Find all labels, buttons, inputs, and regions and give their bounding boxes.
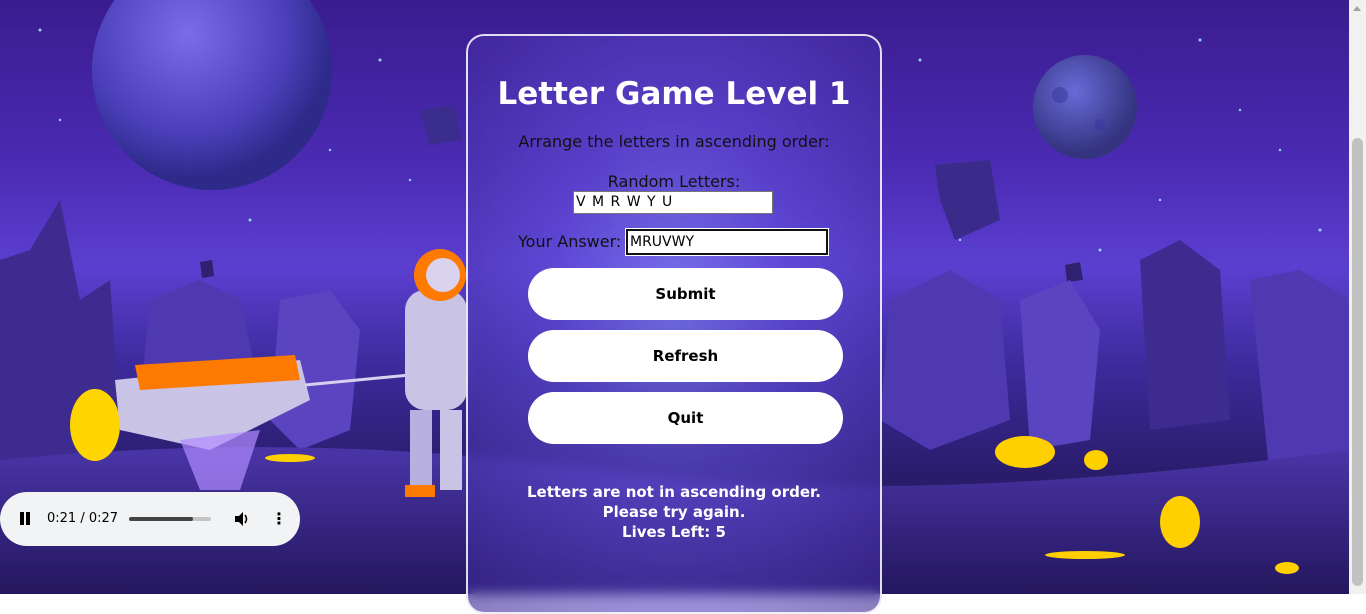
audio-player: 0:21 / 0:27 ⋮ bbox=[0, 492, 300, 546]
audio-time: 0:21 / 0:27 bbox=[47, 511, 119, 526]
scroll-thumb[interactable] bbox=[1352, 138, 1363, 586]
game-title: Letter Game Level 1 bbox=[497, 76, 851, 112]
quit-button[interactable]: Quit bbox=[528, 392, 843, 444]
feedback-message: Letters are not in ascending order. Plea… bbox=[508, 482, 840, 542]
instruction-text: Arrange the letters in ascending order: bbox=[518, 132, 830, 151]
answer-label: Your Answer: bbox=[518, 232, 622, 251]
refresh-button[interactable]: Refresh bbox=[528, 330, 843, 382]
audio-progress-fill bbox=[129, 517, 193, 521]
lives-counter: Lives Left: 5 bbox=[622, 523, 726, 541]
submit-button[interactable]: Submit bbox=[528, 268, 843, 320]
volume-icon[interactable] bbox=[233, 510, 251, 528]
audio-seek-bar[interactable] bbox=[129, 517, 211, 521]
pause-icon[interactable] bbox=[20, 512, 24, 525]
game-panel: Letter Game Level 1 Arrange the letters … bbox=[466, 34, 882, 614]
error-message: Letters are not in ascending order. Plea… bbox=[526, 483, 821, 521]
more-options-icon[interactable]: ⋮ bbox=[271, 509, 287, 528]
page-scrollbar[interactable] bbox=[1349, 0, 1366, 594]
answer-input[interactable] bbox=[625, 228, 829, 256]
scroll-up-arrow-icon[interactable] bbox=[1353, 6, 1361, 11]
random-letters-display: V M R W Y U bbox=[573, 191, 773, 214]
random-letters-label: Random Letters: bbox=[607, 172, 741, 191]
